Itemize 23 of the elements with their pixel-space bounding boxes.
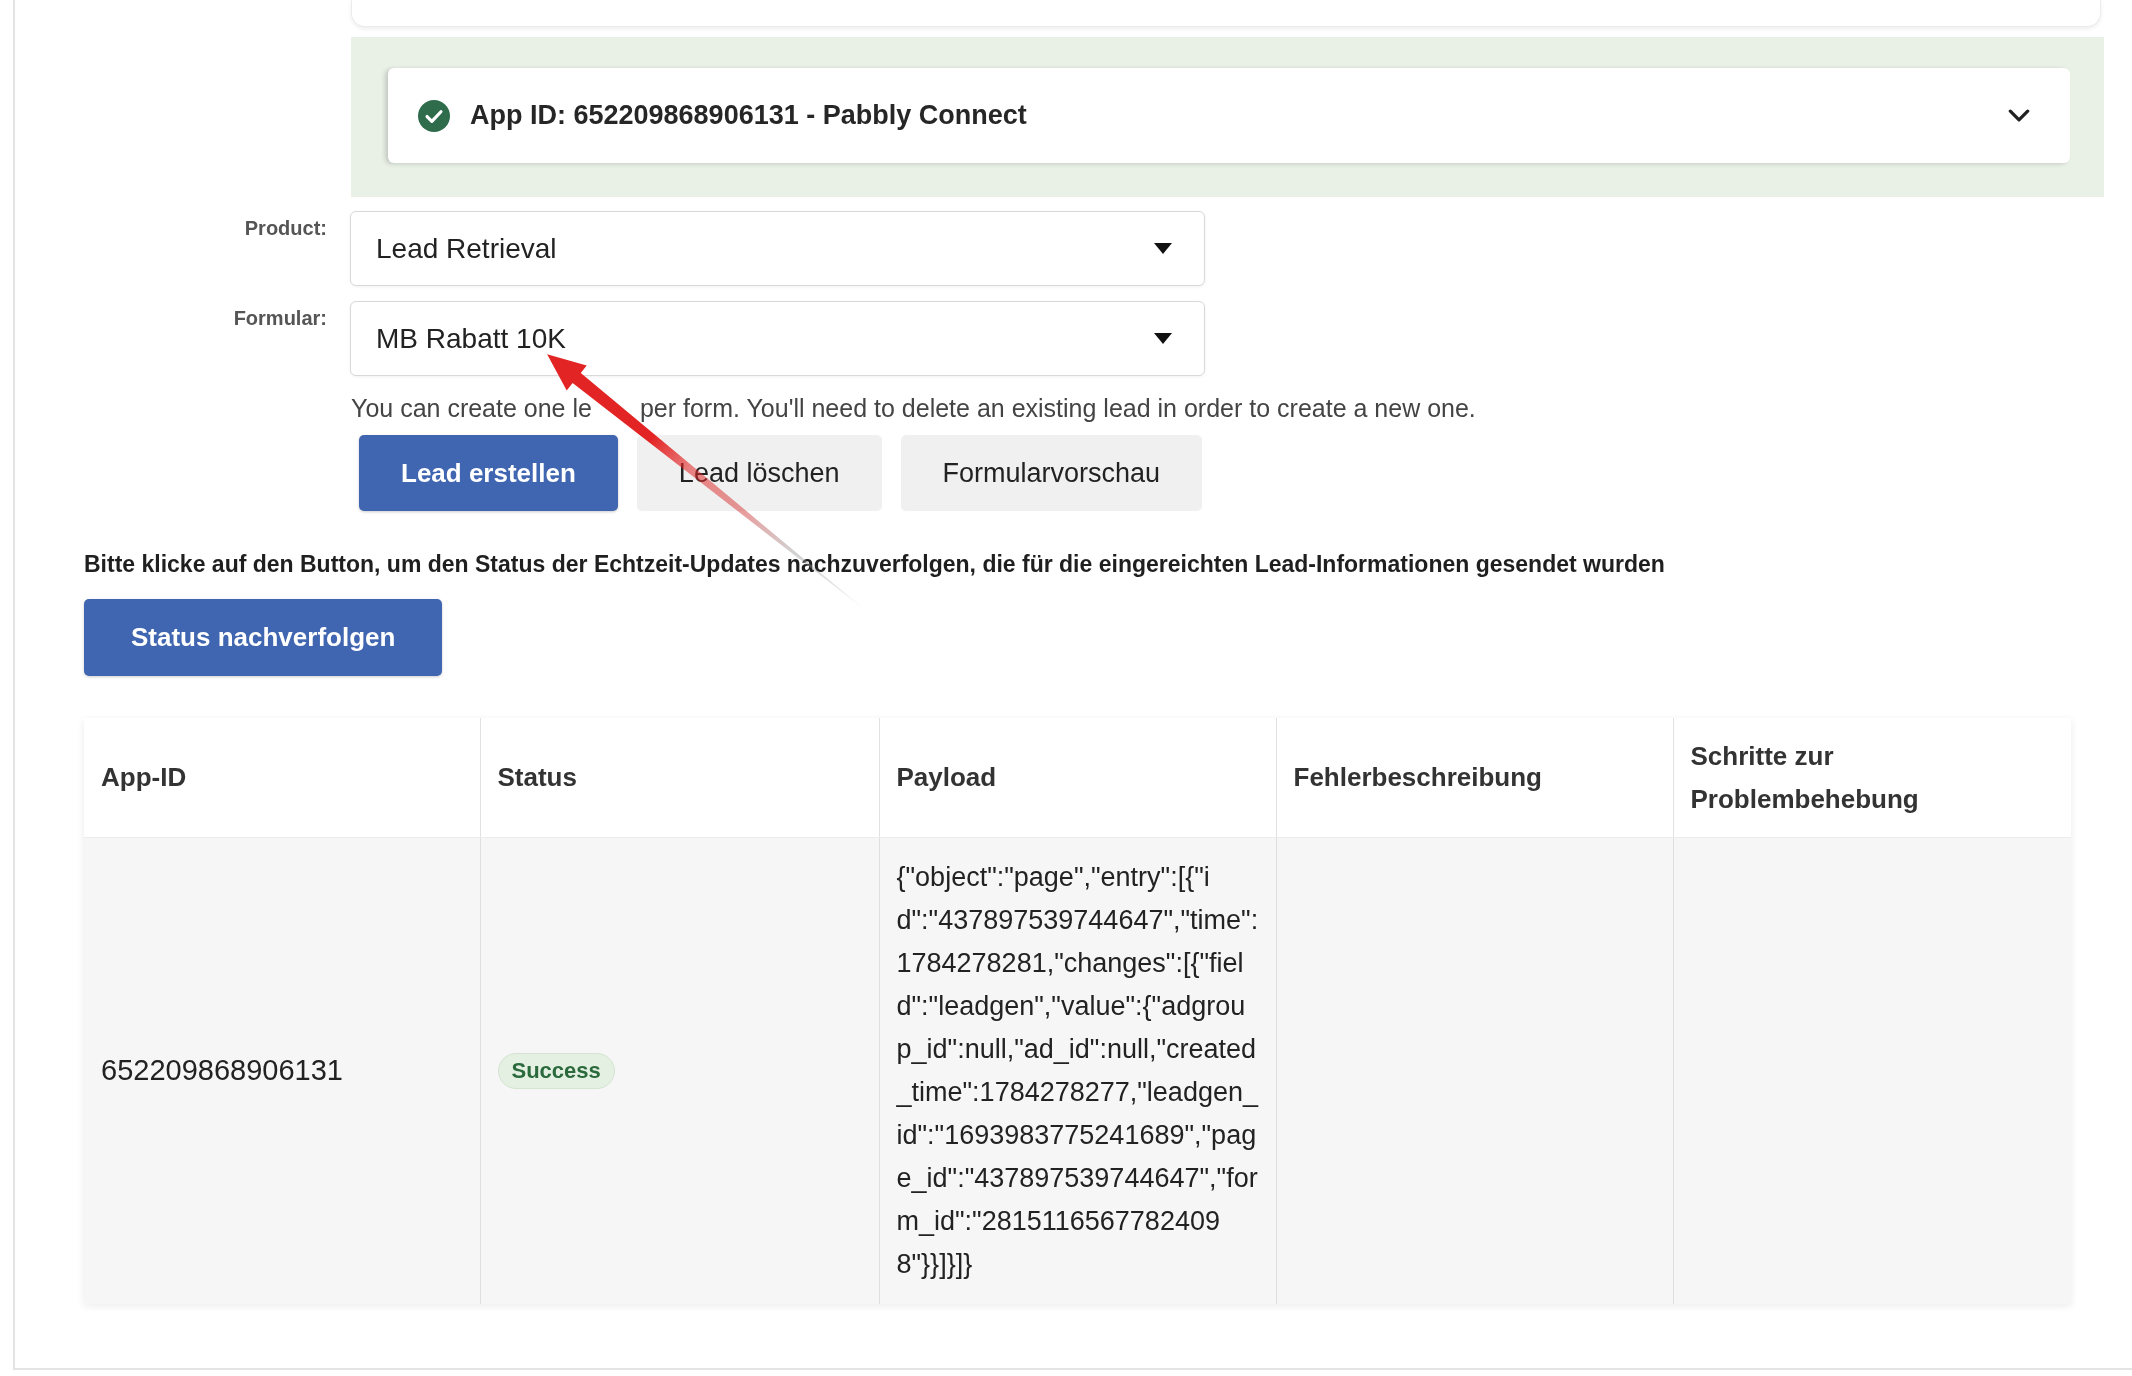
table-cell: 652209868906131 (84, 837, 480, 1304)
field-label: Formular: (233, 306, 327, 330)
column-header: Payload (879, 718, 1276, 838)
column-header: App-ID (84, 718, 480, 838)
accordion-header[interactable]: App ID: 652209868906131 - Pabbly Connect (388, 68, 2070, 163)
select-field[interactable]: Lead Retrieval (350, 211, 1205, 286)
app-title: App ID: 652209868906131 - Pabbly Connect (470, 100, 1028, 131)
create-button[interactable]: Lead erstellen (359, 435, 618, 511)
column-header: Fehlerbeschreibung (1276, 718, 1673, 838)
column-header: Status (480, 718, 879, 838)
caret-icon (1154, 243, 1172, 254)
table-cell: {"object":"page","entry":[{"id":"437897539744647","time":1784278281,"changes":[{"field":"leadgen","value":{"adgroup_id":null,"ad_id":null,"created_time":1784278277,"leadgen_id":"1693983775241689","page_id":"437897539744647","form_id":"28151165677824098"}}]}]} (879, 837, 1276, 1304)
hint-text: per form. You'll need to delete an existing lead in order to create a new one. (639, 393, 1476, 424)
field-label: Product: (244, 216, 327, 240)
column-header: Schritte zur Problembehebung (1673, 718, 2071, 838)
status-badge: Success (497, 1053, 615, 1090)
select-field[interactable]: MB Rabatt 10K (350, 301, 1205, 376)
instruction-text: Bitte klicke auf den Button, um den Status der Echtzeit-Updates nachzuverfolgen, die für die eingereichten Lead-Informationen gesendet wurden (84, 550, 1666, 579)
track-status-button[interactable]: Status nachverfolgen (84, 599, 443, 676)
action-button[interactable]: Formularvorschau (900, 435, 1203, 511)
caret-icon (1154, 333, 1172, 344)
action-button[interactable]: Lead löschen (636, 435, 882, 511)
hint-text: You can create one le (351, 393, 592, 424)
